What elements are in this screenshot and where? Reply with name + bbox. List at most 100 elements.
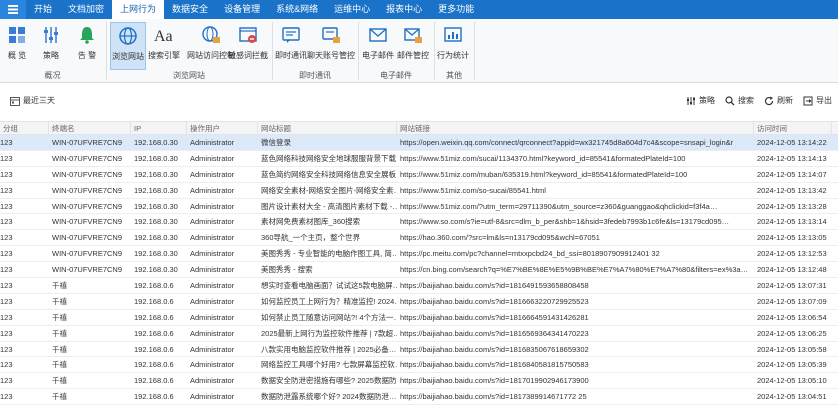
sliders-icon	[687, 96, 695, 105]
column-header-terminal[interactable]: 终端名	[49, 122, 131, 134]
visit-time-cell: 2024-12-05 13:13:05	[757, 233, 827, 243]
email-control-button[interactable]: 邮件管控	[396, 22, 430, 70]
terminal-cell: 千禧	[52, 281, 67, 291]
refresh-button[interactable]: 刷新	[764, 95, 793, 106]
search-label: 搜索	[738, 96, 754, 105]
table-row[interactable]: 123 千禧 192.168.0.6 Administrator 如何监控员工上网行为？…	[0, 294, 838, 310]
group-cell: 123	[0, 360, 13, 370]
table-row[interactable]: 123 WIN-07UFVRE7CN9 192.168.0.30 Administra…	[0, 199, 838, 215]
terminal-cell: 千禧	[52, 392, 67, 402]
column-header-ip[interactable]: IP	[131, 122, 187, 134]
table-row[interactable]: 123 千禧 192.168.0.6 Administrator 如何禁止员工随意访问网…	[0, 310, 838, 326]
refresh-icon	[764, 96, 774, 105]
chat-account-control-button[interactable]: 聊天账号管控	[307, 22, 355, 70]
refresh-label: 刷新	[777, 96, 793, 105]
terminal-cell: 千禧	[52, 296, 67, 306]
table-row[interactable]: 123 WIN-07UFVRE7CN9 192.168.0.30 Administra…	[0, 262, 838, 279]
table-row[interactable]: 123 WIN-07UFVRE7CN9 192.168.0.30 Administra…	[0, 151, 838, 167]
table-row[interactable]: 123 WIN-07UFVRE7CN9 192.168.0.30 Administra…	[0, 135, 838, 151]
globe-lock-icon	[200, 24, 222, 46]
user-cell: Administrator	[190, 328, 235, 338]
table-row[interactable]: 123 千禧 192.168.0.6 Administrator 2025最新上网行为监…	[0, 326, 838, 342]
group-cell: 123	[0, 392, 13, 402]
column-header-user[interactable]: 操作用户	[187, 122, 258, 134]
alert-button[interactable]: 告 警	[74, 22, 100, 70]
date-range-label: 最近三天	[23, 96, 55, 105]
search-engine-button[interactable]: Aa 搜索引擎	[148, 22, 180, 70]
menu-internet-behavior[interactable]: 上网行为	[112, 0, 165, 19]
table-row[interactable]: 123 千禧 192.168.0.6 Administrator 想实时查看电脑画面？试…	[0, 278, 838, 294]
ip-cell: 192.168.0.30	[134, 265, 178, 275]
visit-time-cell: 2024-12-05 13:05:10	[757, 376, 827, 386]
ip-cell: 192.168.0.30	[134, 185, 178, 195]
table-row[interactable]: 123 千禧 192.168.0.6 Administrator 网络监控工具哪个好用?…	[0, 357, 838, 374]
export-button[interactable]: 导出	[803, 95, 832, 106]
terminal-cell: 千禧	[52, 360, 67, 370]
table-row[interactable]: 123 千禧 192.168.0.6 Administrator 数据安全防泄密措施有哪…	[0, 373, 838, 390]
visit-time-cell: 2024-12-05 13:06:25	[757, 328, 827, 338]
ip-cell: 192.168.0.6	[134, 392, 174, 402]
sensitive-word-block-button[interactable]: 敏感词拦截	[228, 22, 268, 70]
user-cell: Administrator	[190, 169, 235, 179]
menu-system-network[interactable]: 系统&网络	[268, 0, 326, 19]
group-cell: 123	[0, 153, 13, 163]
user-cell: Administrator	[190, 296, 235, 306]
date-range-selector[interactable]: 最近三天	[10, 95, 55, 106]
site-title-cell: 美图秀秀 - 搜索	[261, 265, 313, 275]
site-title-cell: 蓝色网络科技网络安全地球服服背景下载…	[261, 153, 397, 163]
column-header-site-title[interactable]: 网站标题	[258, 122, 397, 134]
ip-cell: 192.168.0.6	[134, 281, 174, 291]
block-window-icon	[237, 24, 259, 46]
app-menu-button[interactable]	[0, 0, 26, 19]
strategy-toolbar-button[interactable]: 策略	[686, 95, 715, 106]
visit-time-cell: 2024-12-05 13:05:39	[757, 360, 827, 370]
table-row[interactable]: 123 WIN-07UFVRE7CN9 192.168.0.30 Administra…	[0, 246, 838, 263]
terminal-cell: WIN-07UFVRE7CN9	[52, 249, 123, 259]
search-button[interactable]: 搜索	[725, 95, 754, 106]
user-cell: Administrator	[190, 217, 235, 227]
strategy-button[interactable]: 策略	[38, 22, 64, 70]
ip-cell: 192.168.0.6	[134, 296, 174, 306]
overview-button[interactable]: 概 览	[4, 22, 30, 70]
ip-cell: 192.168.0.30	[134, 217, 178, 227]
column-header-visit-time[interactable]: 访问时间	[754, 122, 832, 134]
group-cell: 123	[0, 312, 13, 322]
menu-data-security[interactable]: 数据安全	[164, 0, 216, 19]
site-title-cell: 数据防泄露系统哪个好? 2024数据防泄…	[261, 392, 397, 402]
site-url-cell: https://baijiahao.baidu.com/s?id=1816835…	[400, 344, 589, 354]
site-title-cell: 图片设计素材大全 - 高清图片素材下载 -…	[261, 201, 397, 211]
group-cell: 123	[0, 281, 13, 291]
visit-time-cell: 2024-12-05 13:14:13	[757, 153, 827, 163]
alert-label: 告 警	[77, 51, 97, 60]
group-cell: 123	[0, 344, 13, 354]
email-button[interactable]: 电子邮件	[361, 22, 395, 70]
globe-icon	[117, 25, 139, 47]
site-url-cell: https://baijiahao.baidu.com/s?id=1816569…	[400, 328, 589, 338]
behavior-stats-button[interactable]: 行为统计	[436, 22, 470, 70]
table-row[interactable]: 123 千禧 192.168.0.6 Administrator 八款实用电脑监控软件推…	[0, 342, 838, 358]
column-header-group[interactable]: 分组	[0, 122, 49, 134]
column-header-site-url[interactable]: 网站链接	[397, 122, 754, 134]
visit-time-cell: 2024-12-05 13:13:14	[757, 217, 827, 227]
terminal-cell: WIN-07UFVRE7CN9	[52, 217, 123, 227]
visit-time-cell: 2024-12-05 13:12:53	[757, 249, 827, 259]
menu-bar: 开始 文档加密 上网行为 数据安全 设备管理 系统&网络 运维中心 报表中心 更…	[0, 0, 838, 19]
menu-start[interactable]: 开始	[26, 0, 60, 19]
overview-label: 概 览	[7, 51, 27, 60]
instant-messaging-button[interactable]: 即时通讯	[274, 22, 308, 70]
menu-report-center[interactable]: 报表中心	[378, 0, 430, 19]
menu-device-management[interactable]: 设备管理	[216, 0, 268, 19]
table-row[interactable]: 123 WIN-07UFVRE7CN9 192.168.0.30 Administra…	[0, 230, 838, 247]
table-row[interactable]: 123 千禧 192.168.0.6 Administrator 数据防泄露系统哪个好?…	[0, 389, 838, 405]
group-cell: 123	[0, 265, 13, 275]
table-row[interactable]: 123 WIN-07UFVRE7CN9 192.168.0.30 Administra…	[0, 183, 838, 199]
browse-websites-button[interactable]: 浏览网站	[110, 22, 146, 70]
browse-websites-label: 浏览网站	[112, 52, 144, 61]
menu-ops-center[interactable]: 运维中心	[326, 0, 378, 19]
table-row[interactable]: 123 WIN-07UFVRE7CN9 192.168.0.30 Administra…	[0, 167, 838, 183]
site-title-cell: 八款实用电脑监控软件推荐 | 2025必备…	[261, 344, 397, 354]
group-cell: 123	[0, 296, 13, 306]
menu-doc-encrypt[interactable]: 文档加密	[60, 0, 112, 19]
table-row[interactable]: 123 WIN-07UFVRE7CN9 192.168.0.30 Administra…	[0, 214, 838, 231]
menu-more-functions[interactable]: 更多功能	[430, 0, 482, 19]
